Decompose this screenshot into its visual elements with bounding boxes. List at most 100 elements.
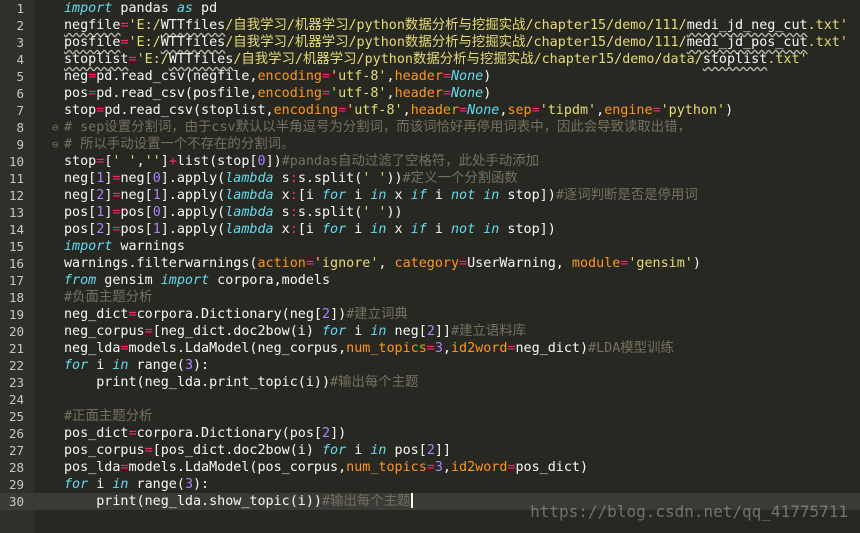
code-line[interactable]: 23 print(neg_lda.print_topic(i))#输出每个主题 [0,374,860,391]
code-token: /自我学习/机器学习/python数据分析与挖掘实战/chapter15/dem… [225,35,687,50]
code-line[interactable]: 3 posfile='E:/WTTfiles/自我学习/机器学习/python数据… [0,34,860,51]
code-token: models.LdaModel(neg_corpus, [128,341,347,356]
code-text: stop=[' ','']+list(stop[0])#pandas自动过滤了空… [64,153,539,170]
code-token: import [64,239,113,254]
code-lines[interactable]: 1 import pandas as pd 2 negfile='E:/WTTfile… [0,0,860,510]
code-token: id2word [450,341,508,356]
code-line[interactable]: 17 from gensim import corpora,models [0,272,860,289]
code-token: /自我学习/机器学习/python数据分析与挖掘实战/chapter15/dem… [233,52,703,67]
code-token: import [64,1,113,16]
code-token: if [410,188,427,203]
code-line[interactable]: 29 for i in range(3): [0,476,860,493]
code-line[interactable]: 12 neg[2]=neg[1].apply(lambda x:[i for i … [0,187,860,204]
code-line[interactable]: 14 pos[2]=pos[1].apply(lambda x:[i for i … [0,221,860,238]
code-token: medi_jd_pos_cut [686,35,808,50]
code-token: # sep设置分割词，由于csv默认以半角逗号为分割词，而该词恰好再停用词表中，… [64,120,691,135]
code-token: = [426,341,435,356]
code-token: : [289,222,298,237]
fold-marker-icon[interactable]: ⊖ [52,136,62,153]
code-token: None [451,69,484,84]
code-token: 'utf-8' [330,86,387,101]
code-token: s.split( [297,205,363,220]
code-line[interactable]: 8 ⊖ # sep设置分割词，由于csv默认以半角逗号为分割词，而该词恰好再停用词表… [0,119,860,136]
code-token: encoding [273,103,339,118]
code-text: negfile='E:/WTTfiles/自我学习/机器学习/python数据分… [64,17,848,34]
code-token: in [112,477,129,492]
code-token: #定义一个分割函数 [402,171,518,186]
code-line[interactable]: 1 import pandas as pd [0,0,860,17]
code-token: posfile [64,35,121,50]
line-number: 18 [8,290,24,305]
code-token: in [370,443,387,458]
code-token: neg_corpus [64,324,145,339]
code-token: , [596,103,605,118]
code-line[interactable]: 26 pos_dict=corpora.Dictionary(pos[2]) [0,425,860,442]
code-line[interactable]: 21 neg_lda=models.LdaModel(neg_corpus,num… [0,340,860,357]
code-line[interactable]: 10 stop=[' ','']+list(stop[0])#pandas自动过滤… [0,153,860,170]
code-token: s [273,171,290,186]
code-token: medi_jd_neg_cut [686,18,808,33]
code-token: 2 [322,426,331,441]
code-token: pos_corpus [64,443,145,458]
code-text: for i in range(3): [64,476,209,493]
code-token: ) [483,86,492,101]
code-line[interactable]: 18 #负面主题分析 [0,289,860,306]
line-number: 20 [8,324,24,339]
fold-marker-icon[interactable]: ⊖ [52,119,62,136]
code-token: stop]) [499,188,556,203]
code-token: '' [144,154,161,169]
code-token: negfile [64,18,121,33]
line-number: 15 [8,239,24,254]
line-number: 19 [8,307,24,322]
code-token: None [451,86,484,101]
code-token: ]] [434,324,451,339]
code-line[interactable]: 9 ⊖ # 所以手动设置一个不存在的分割词。 [0,136,860,153]
code-token: s.split( [297,171,363,186]
code-line[interactable]: 24 [0,391,860,408]
code-token: corpora,models [209,273,331,288]
code-line[interactable]: 25 #正面主题分析 [0,408,860,425]
code-text: # sep设置分割词，由于csv默认以半角逗号为分割词，而该词恰好再停用词表中，… [64,119,691,136]
code-token: #LDA模型训练 [588,341,674,356]
code-token: ' ' [362,171,387,186]
code-token: = [652,103,661,118]
code-line[interactable]: 16 warnings.filterwarnings(action='ignore… [0,255,860,272]
line-number: 9 [16,137,24,152]
code-token: /自我学习/机器学习/python数据分析与挖掘实战/chapter15/dem… [225,18,687,33]
code-token: = [442,86,451,101]
code-token: i [88,358,113,373]
code-line[interactable]: 22 for i in range(3): [0,357,860,374]
code-token: , [442,460,451,475]
code-token: = [338,103,347,118]
code-line[interactable]: 20 neg_corpus=[neg_dict.doc2bow(i) for i … [0,323,860,340]
code-token: pd [193,1,218,16]
code-editor[interactable]: 1 import pandas as pd 2 negfile='E:/WTTfile… [0,0,860,533]
code-token: 'utf-8' [330,69,387,84]
code-line[interactable]: 5 neg=pd.read_csv(negfile,encoding='utf-8… [0,68,860,85]
code-token: 'utf-8' [346,103,403,118]
code-token: pandas [112,1,177,16]
code-token: x [386,222,411,237]
code-token: pd.read_csv(posfile, [96,86,258,101]
line-number: 14 [8,222,24,237]
code-token: , [386,86,395,101]
code-line[interactable]: 2 negfile='E:/WTTfiles/自我学习/机器学习/python数据… [0,17,860,34]
code-token: ) [725,103,734,118]
code-line[interactable]: 19 neg_dict=corpora.Dictionary(neg[2])#建立… [0,306,860,323]
code-line[interactable]: 6 pos=pd.read_csv(posfile,encoding='utf-8… [0,85,860,102]
code-line[interactable]: 27 pos_corpus=[pos_dict.doc2bow(i) for i … [0,442,860,459]
code-token: stop [64,103,97,118]
code-text: posfile='E:/WTTfiles/自我学习/机器学习/python数据分… [64,34,848,51]
code-line[interactable]: 7 stop=pd.read_csv(stoplist,encoding='utf… [0,102,860,119]
code-line[interactable]: 4 stoplist='E:/WTTfiles/自我学习/机器学习/python数… [0,51,860,68]
code-line[interactable]: 13 pos[1]=pos[0].apply(lambda s:s.split('… [0,204,860,221]
code-line[interactable]: 15 import warnings [0,238,860,255]
line-number: 7 [16,103,24,118]
code-token: [i [297,222,322,237]
code-line[interactable]: 28 pos_lda=models.LdaModel(pos_corpus,num… [0,459,860,476]
line-number: 2 [16,18,24,33]
code-token: .txt' [807,18,848,33]
code-line[interactable]: 11 neg[1]=neg[0].apply(lambda s:s.split('… [0,170,860,187]
code-token: = [128,426,137,441]
code-token: 1 [152,188,161,203]
